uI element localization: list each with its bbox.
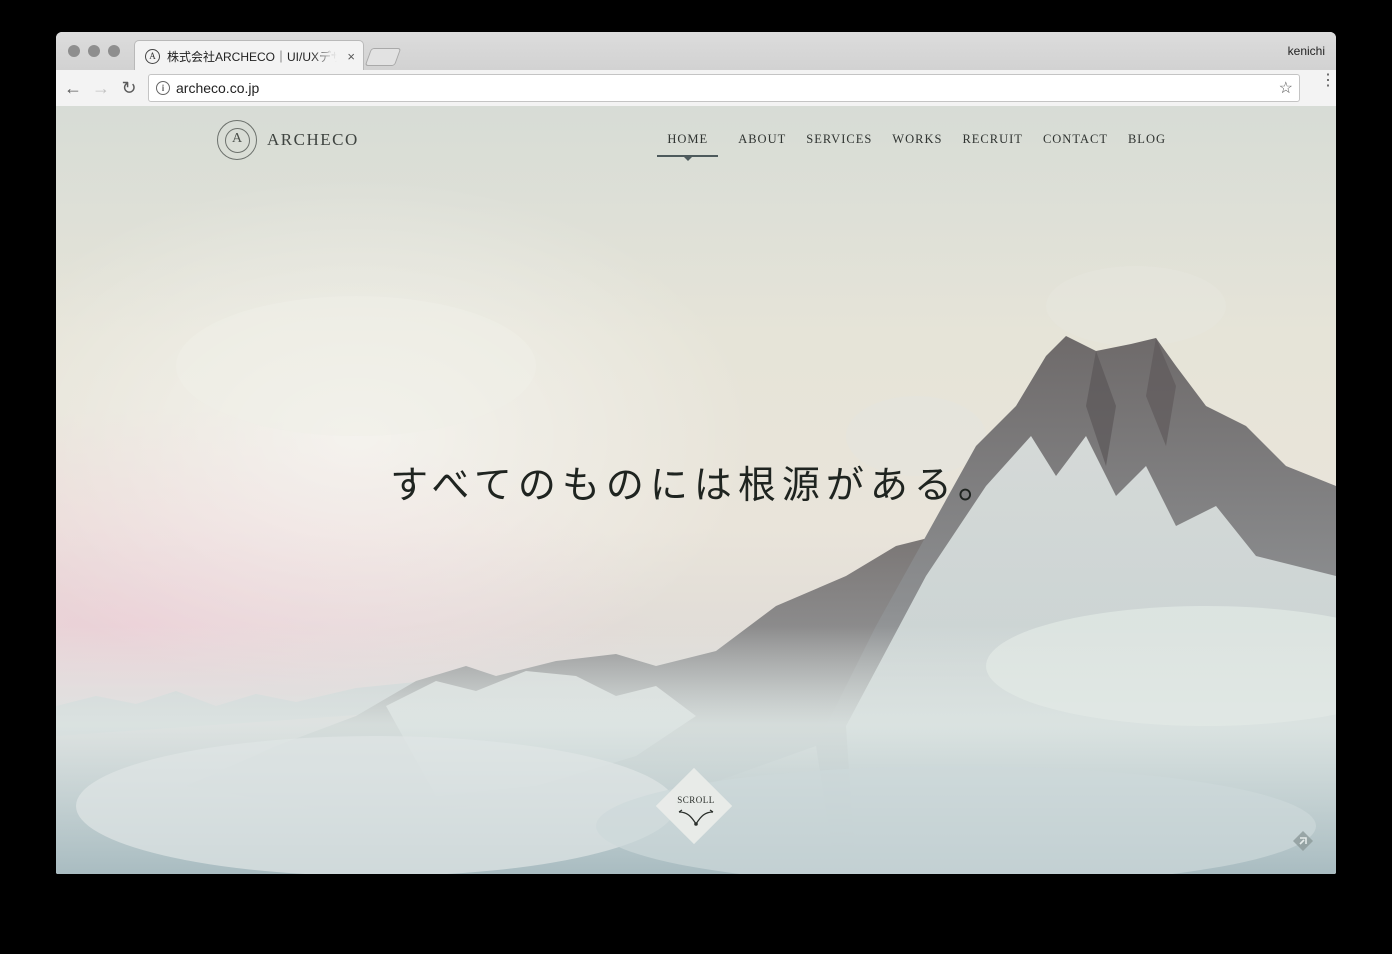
zoom-window-icon[interactable]: [108, 45, 120, 57]
bookmark-star-icon[interactable]: ☆: [1279, 78, 1293, 98]
back-icon[interactable]: ←: [63, 78, 83, 98]
address-bar[interactable]: i archeco.co.jp ☆: [148, 74, 1300, 102]
scroll-label[interactable]: SCROLL: [667, 795, 725, 805]
nav-home[interactable]: HOME: [657, 132, 719, 161]
browser-tab[interactable]: A 株式会社ARCHECO｜UI/UXデザ ×: [134, 40, 364, 71]
hero-tagline: すべてのものには根源がある。: [390, 463, 1002, 507]
minimize-window-icon[interactable]: [88, 45, 100, 57]
favicon-icon: A: [145, 48, 160, 64]
main-nav: HOME ABOUT SERVICES WORKS RECRUIT CONTAC…: [657, 132, 1166, 161]
logo-glyph: A: [231, 131, 243, 146]
browser-toolbar: ← → ↻ i archeco.co.jp ☆ ⋮: [56, 70, 1336, 107]
extension-badge-icon[interactable]: [1292, 830, 1314, 852]
logo-emblem-icon: A: [217, 120, 257, 160]
nav-about[interactable]: ABOUT: [738, 132, 786, 157]
tab-strip: A 株式会社ARCHECO｜UI/UXデザ × kenichi: [56, 32, 1336, 71]
profile-name[interactable]: kenichi: [1288, 44, 1325, 58]
forward-icon[interactable]: →: [91, 78, 111, 98]
nav-works[interactable]: WORKS: [892, 132, 942, 157]
tab-close-icon[interactable]: ×: [347, 49, 355, 64]
reload-icon[interactable]: ↻: [119, 78, 139, 98]
browser-menu-icon[interactable]: ⋮: [1320, 73, 1336, 97]
browser-window: A 株式会社ARCHECO｜UI/UXデザ × kenichi ← → ↻ i …: [56, 32, 1336, 874]
site-logo[interactable]: A ARCHECO: [217, 120, 359, 160]
logo-text: ARCHECO: [267, 130, 359, 149]
new-tab-button[interactable]: [364, 48, 402, 66]
close-window-icon[interactable]: [68, 45, 80, 57]
nav-services[interactable]: SERVICES: [806, 132, 872, 157]
url-text[interactable]: archeco.co.jp: [176, 80, 259, 96]
site-info-icon[interactable]: i: [156, 81, 170, 95]
nav-contact[interactable]: CONTACT: [1043, 132, 1108, 157]
nav-blog[interactable]: BLOG: [1128, 132, 1166, 157]
scroll-down-arrow-icon[interactable]: [677, 806, 715, 828]
tab-title: 株式会社ARCHECO｜UI/UXデザ: [167, 49, 337, 64]
web-page: A ARCHECO HOME ABOUT SERVICES WORKS RECR…: [56, 106, 1336, 874]
nav-recruit[interactable]: RECRUIT: [962, 132, 1022, 157]
